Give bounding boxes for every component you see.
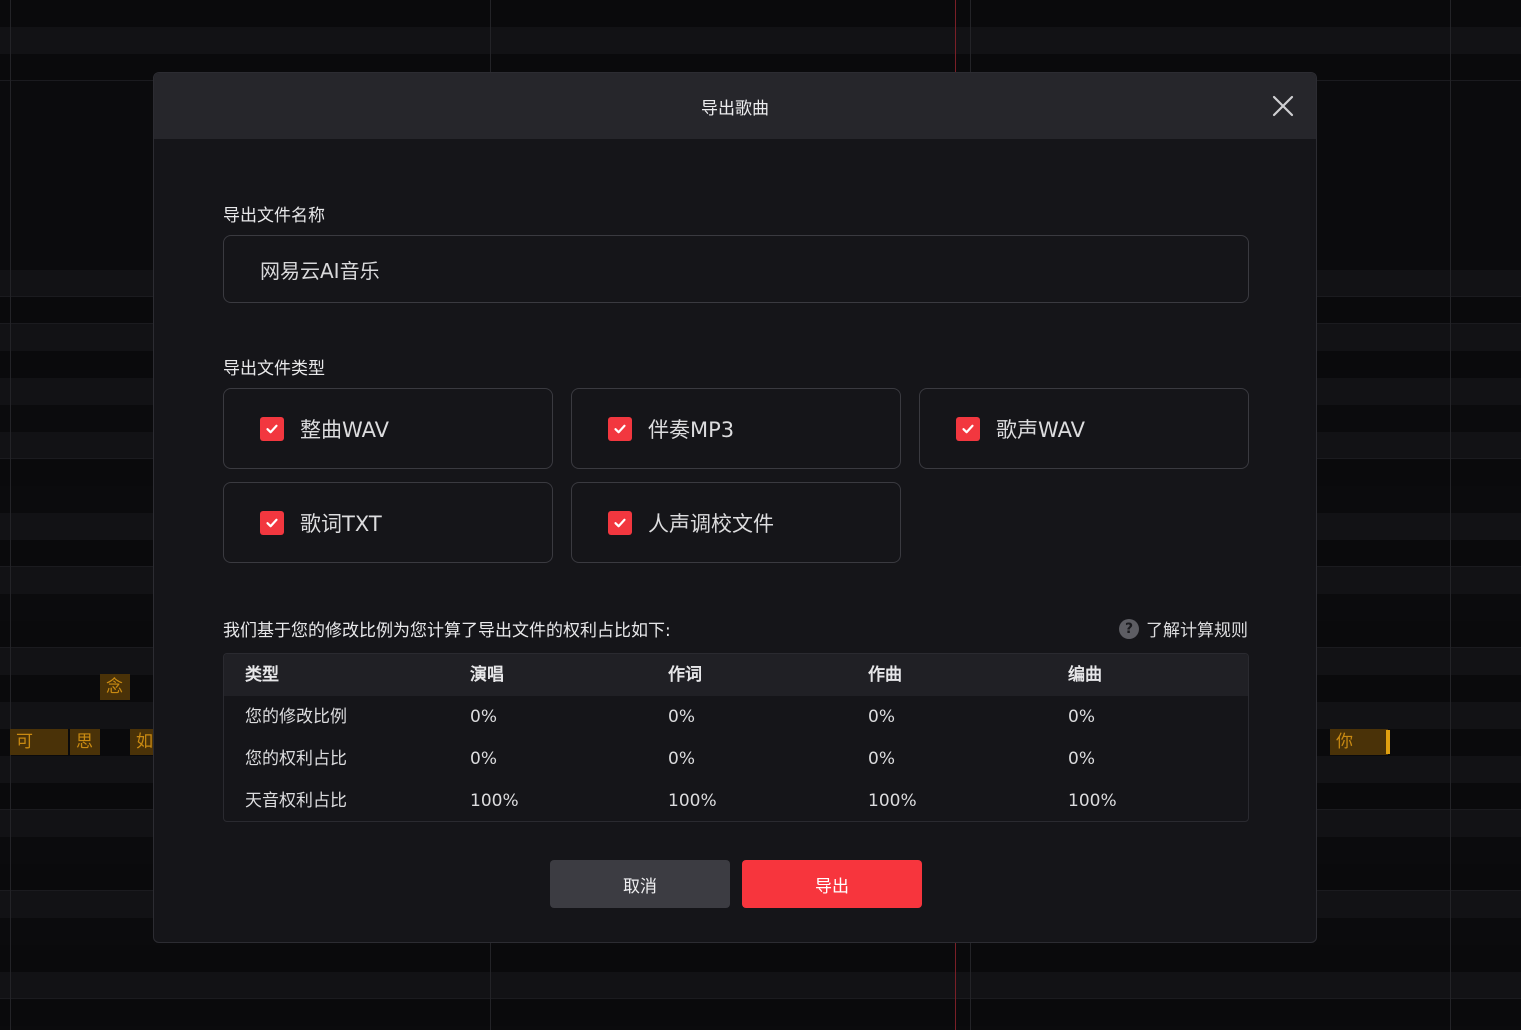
table-cell: 天音权利占比 (245, 791, 347, 811)
close-button[interactable] (1270, 93, 1296, 119)
table-row: 您的修改比例 0% 0% 0% 0% (224, 696, 1248, 738)
file-type-label-text: 歌词TXT (300, 511, 382, 536)
check-icon (962, 424, 974, 433)
check-icon (614, 518, 626, 527)
table-cell: 100% (1068, 791, 1117, 811)
file-type-label: 导出文件类型 (223, 359, 325, 379)
table-cell: 100% (868, 791, 917, 811)
table-cell: 0% (668, 707, 695, 727)
file-type-label-text: 歌声WAV (996, 417, 1086, 442)
table-cell: 100% (668, 791, 717, 811)
check-icon (266, 518, 278, 527)
checkbox-checked[interactable] (608, 510, 632, 535)
file-type-option-full-wav[interactable]: 整曲WAV (223, 388, 553, 469)
file-type-label-text: 伴奏MP3 (648, 417, 735, 442)
file-type-option-vocal-tuning[interactable]: 人声调校文件 (571, 482, 901, 563)
rights-table: 类型 演唱 作词 作曲 编曲 您的修改比例 0% 0% 0% 0% 您的权利占比… (223, 653, 1249, 822)
cancel-button[interactable]: 取消 (550, 860, 730, 908)
table-cell: 0% (668, 749, 695, 769)
file-type-option-vocal-wav[interactable]: 歌声WAV (919, 388, 1249, 469)
dialog-title: 导出歌曲 (701, 98, 769, 119)
file-type-option-lyrics-txt[interactable]: 歌词TXT (223, 482, 553, 563)
close-icon (1272, 95, 1294, 117)
export-button[interactable]: 导出 (742, 860, 922, 908)
check-icon (266, 424, 278, 433)
file-type-label-text: 人声调校文件 (648, 511, 774, 536)
check-icon (614, 424, 626, 433)
table-cell: 您的权利占比 (245, 749, 347, 769)
column-header: 作曲 (868, 665, 902, 685)
table-cell: 0% (1068, 707, 1095, 727)
calculation-rules-text: 了解计算规则 (1146, 621, 1248, 641)
checkbox-checked[interactable] (608, 416, 632, 441)
file-name-label: 导出文件名称 (223, 206, 325, 226)
rights-description: 我们基于您的修改比例为您计算了导出文件的权利占比如下: (223, 621, 671, 641)
column-header: 演唱 (470, 665, 504, 685)
table-cell: 您的修改比例 (245, 707, 347, 727)
note-end-handle[interactable] (1386, 730, 1390, 754)
note-block[interactable]: 你 (1330, 729, 1388, 755)
table-cell: 0% (868, 749, 895, 769)
note-block[interactable]: 念 (100, 674, 130, 700)
column-header: 编曲 (1068, 665, 1102, 685)
question-mark-icon: ? (1119, 618, 1139, 639)
file-name-input[interactable] (223, 235, 1249, 303)
dialog-header: 导出歌曲 (154, 73, 1316, 139)
checkbox-checked[interactable] (956, 416, 980, 441)
checkbox-checked[interactable] (260, 416, 284, 441)
table-cell: 100% (470, 791, 519, 811)
table-cell: 0% (470, 749, 497, 769)
checkbox-checked[interactable] (260, 510, 284, 535)
export-song-dialog: 导出歌曲 导出文件名称 导出文件类型 整曲WAV 伴奏MP3 歌声WAV 歌词T… (153, 72, 1317, 943)
column-header: 作词 (668, 665, 702, 685)
column-header: 类型 (245, 665, 279, 685)
file-type-option-accompaniment-mp3[interactable]: 伴奏MP3 (571, 388, 901, 469)
table-row: 天音权利占比 100% 100% 100% 100% (224, 780, 1248, 821)
file-type-label-text: 整曲WAV (300, 417, 390, 442)
calculation-rules-link[interactable]: ? 了解计算规则 (1119, 616, 1248, 641)
table-header: 类型 演唱 作词 作曲 编曲 (224, 654, 1248, 696)
table-cell: 0% (1068, 749, 1095, 769)
note-block[interactable]: 可 (10, 729, 68, 755)
note-block[interactable]: 思 (70, 729, 100, 755)
table-cell: 0% (868, 707, 895, 727)
table-row: 您的权利占比 0% 0% 0% 0% (224, 738, 1248, 780)
table-cell: 0% (470, 707, 497, 727)
